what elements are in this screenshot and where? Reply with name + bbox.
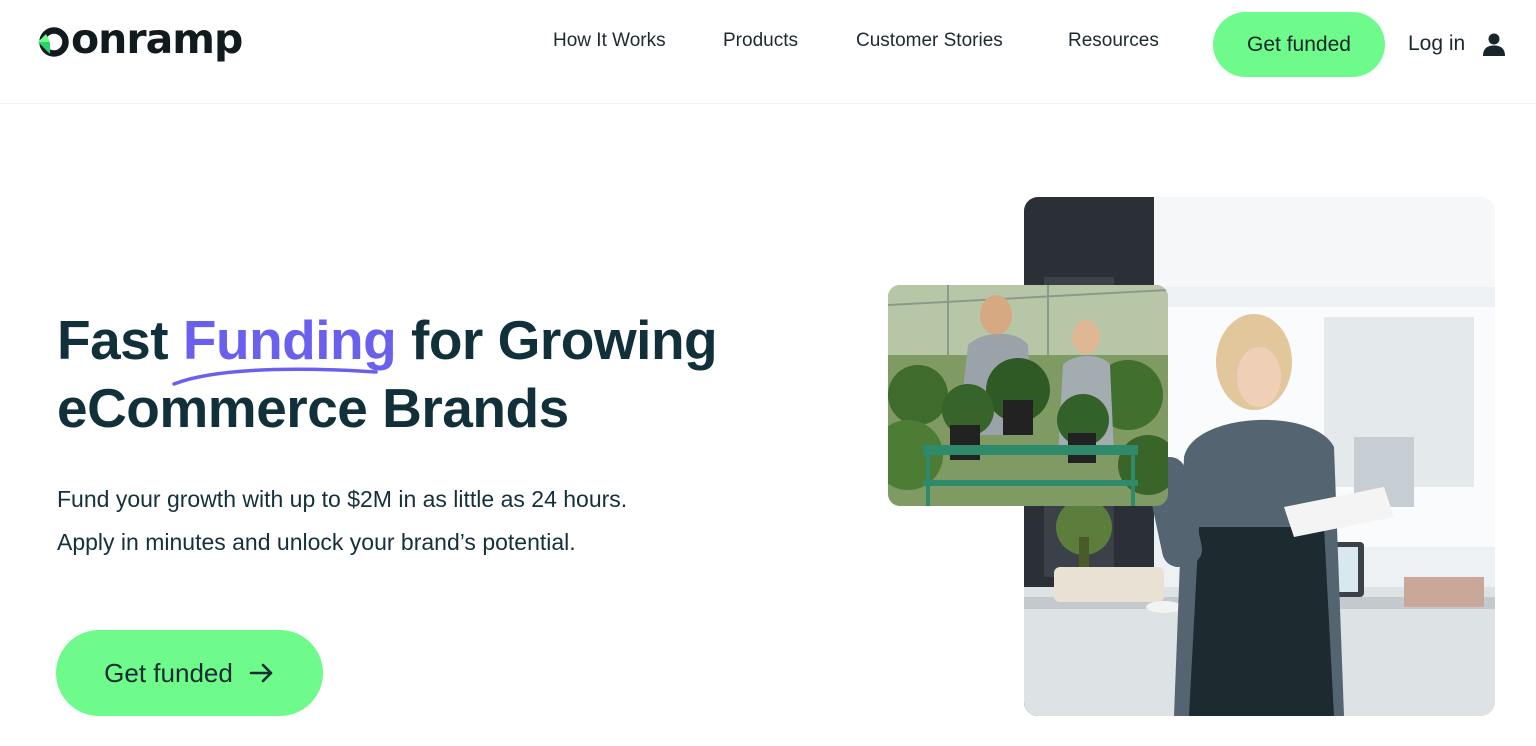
site-header: onramp How It Works Products Customer St… [0,0,1536,104]
logo-wordmark: onramp [71,14,243,63]
onramp-logo-mark-icon [38,27,69,57]
hero-subtitle: Fund your growth with up to $2M in as li… [57,478,757,564]
nav-products[interactable]: Products [723,30,798,56]
nav-how-it-works[interactable]: How It Works [553,30,666,56]
nav-customer-stories[interactable]: Customer Stories [856,30,1003,56]
nav-resources[interactable]: Resources [1068,30,1159,56]
hero-get-funded-button[interactable]: Get funded [56,630,323,716]
hero-title: Fast Funding for Growing eCommerce Brand… [57,306,777,442]
highlight-underline-icon [172,367,378,386]
login-link[interactable]: Log in [1408,30,1507,58]
header-get-funded-button[interactable]: Get funded [1213,12,1385,77]
greenhouse-couple-photo [888,285,1168,506]
hero-cta-label: Get funded [104,657,233,688]
hero-subtitle-line2: Apply in minutes and unlock your brand’s… [57,529,576,555]
onramp-logo[interactable]: onramp [36,14,243,66]
hero-title-part1: Fast [57,309,183,371]
login-label: Log in [1408,32,1466,55]
hero-subtitle-line1: Fund your growth with up to $2M in as li… [57,486,628,512]
user-icon [1483,33,1506,56]
arrow-right-icon [249,663,273,683]
hero-title-part2: for Growing [396,309,718,371]
